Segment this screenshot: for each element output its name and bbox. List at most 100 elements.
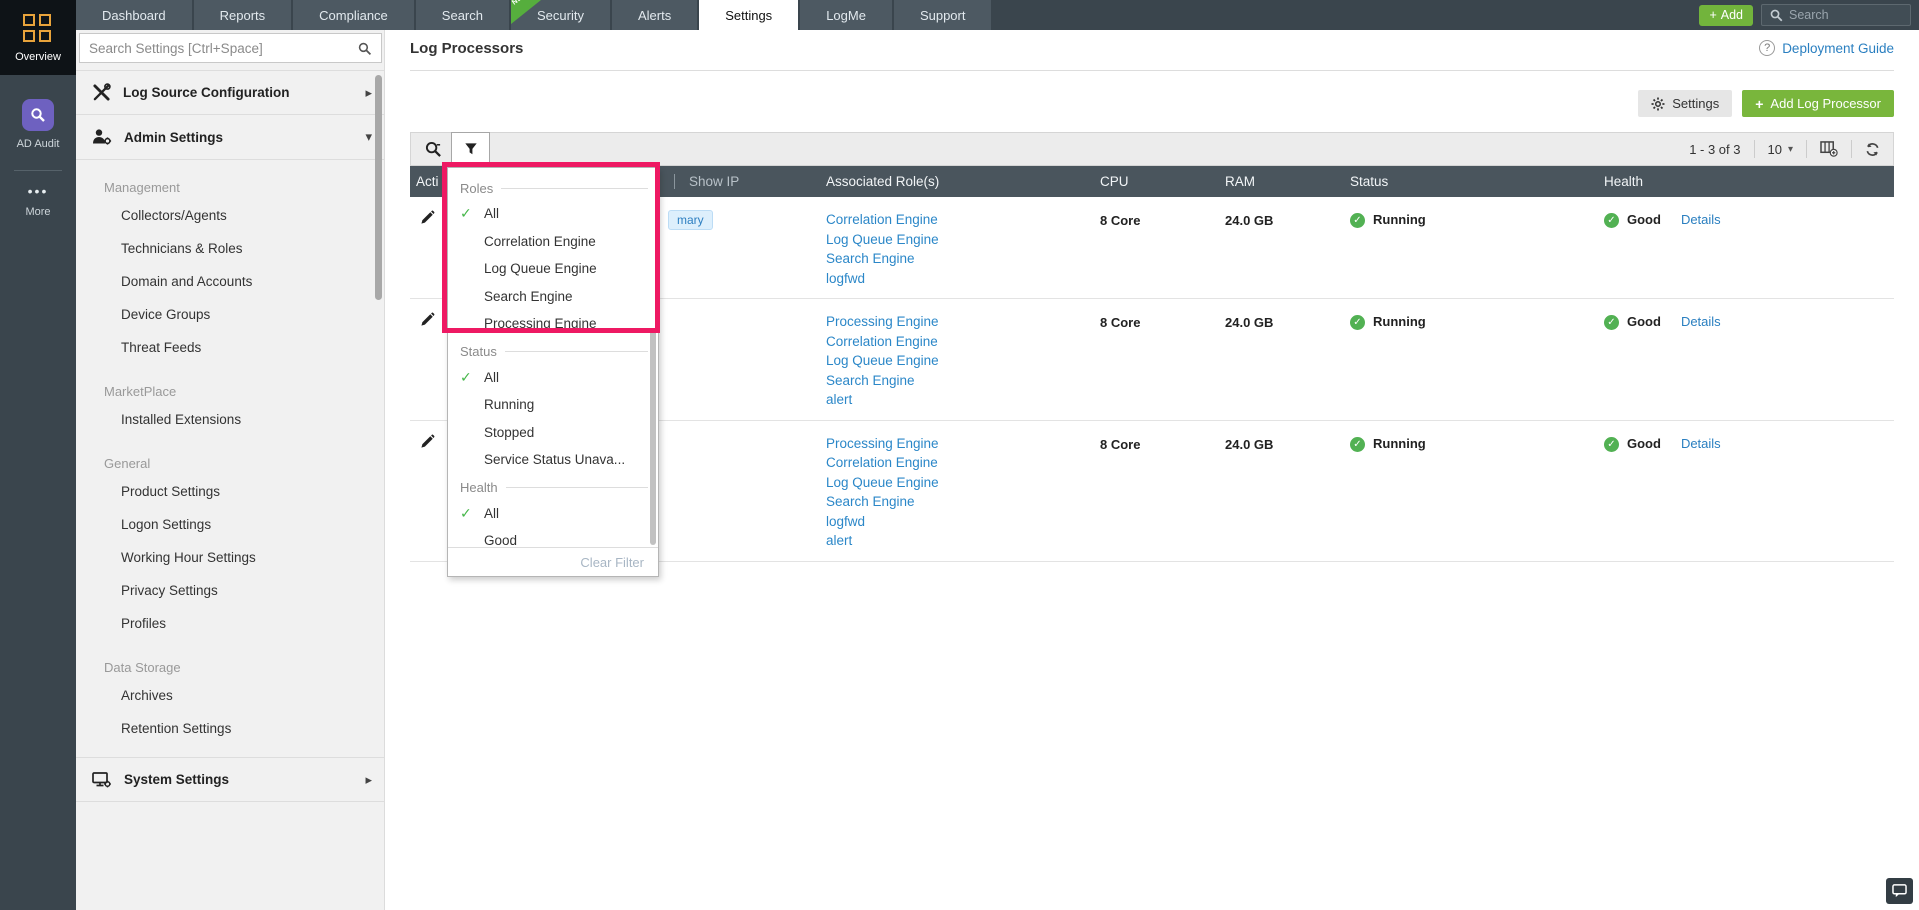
role-link[interactable]: Processing Engine bbox=[826, 434, 1090, 454]
role-link[interactable]: Log Queue Engine bbox=[826, 351, 1090, 371]
details-link[interactable]: Details bbox=[1681, 436, 1721, 451]
sidebar-item-retention-settings[interactable]: Retention Settings bbox=[76, 712, 384, 745]
sidebar-item-product-settings[interactable]: Product Settings bbox=[76, 475, 384, 508]
edit-pencil-icon[interactable] bbox=[416, 312, 435, 327]
role-link[interactable]: Search Engine bbox=[826, 492, 1090, 512]
nav-tab-alerts[interactable]: Alerts bbox=[611, 0, 698, 30]
health-check-icon: ✓ bbox=[1604, 213, 1619, 228]
role-link[interactable]: Search Engine bbox=[826, 249, 1090, 269]
sidebar-item-privacy-settings[interactable]: Privacy Settings bbox=[76, 574, 384, 607]
filter-option-status-service-status-unava-[interactable]: Service Status Unava... bbox=[460, 446, 648, 474]
table-toolbar: 1 - 3 of 3 10 ▾ bbox=[410, 132, 1894, 166]
sidebar-item-profiles[interactable]: Profiles bbox=[76, 607, 384, 640]
rail-item-more[interactable]: ••• More bbox=[0, 179, 76, 230]
nav-tab-dashboard[interactable]: Dashboard bbox=[76, 0, 192, 30]
role-link[interactable]: Log Queue Engine bbox=[826, 230, 1090, 250]
refresh-button[interactable] bbox=[1851, 140, 1893, 158]
sidebar-search-input[interactable] bbox=[79, 33, 382, 63]
filter-icon bbox=[464, 143, 477, 155]
sidebar-section-title: Management bbox=[104, 180, 180, 195]
role-link[interactable]: alert bbox=[826, 531, 1090, 551]
filter-option-status-all[interactable]: ✓ All bbox=[460, 364, 648, 392]
help-icon: ? bbox=[1759, 40, 1776, 56]
feedback-chat-button[interactable] bbox=[1886, 878, 1913, 904]
role-link[interactable]: Correlation Engine bbox=[826, 210, 1090, 230]
nav-tab-compliance[interactable]: Compliance bbox=[293, 0, 414, 30]
global-search-box[interactable] bbox=[1761, 4, 1911, 26]
filter-option-roles-log-queue-engine[interactable]: Log Queue Engine bbox=[460, 255, 648, 283]
sidebar-section-title: MarketPlace bbox=[104, 384, 177, 399]
filter-option-health-good[interactable]: Good bbox=[460, 527, 648, 549]
role-link[interactable]: Correlation Engine bbox=[826, 332, 1090, 352]
show-ip-column-header[interactable]: Show IP bbox=[660, 174, 816, 189]
status-column-header: Status bbox=[1350, 174, 1389, 189]
caret-down-icon: ▾ bbox=[1787, 143, 1793, 155]
health-check-icon: ✓ bbox=[1604, 315, 1619, 330]
rail-item-ad-audit[interactable]: AD Audit bbox=[0, 75, 76, 162]
add-button[interactable]: + Add bbox=[1699, 4, 1753, 26]
filter-option-roles-processing-engine[interactable]: Processing Engine bbox=[460, 310, 648, 338]
column-chooser-button[interactable] bbox=[1806, 140, 1851, 158]
sidebar-item-threat-feeds[interactable]: Threat Feeds bbox=[76, 331, 384, 364]
role-link[interactable]: Correlation Engine bbox=[826, 453, 1090, 473]
overview-grid-icon bbox=[23, 14, 53, 44]
filter-button[interactable] bbox=[451, 132, 490, 166]
sidebar-item-logon-settings[interactable]: Logon Settings bbox=[76, 508, 384, 541]
edit-pencil-icon[interactable] bbox=[416, 434, 435, 449]
filter-option-status-running[interactable]: Running bbox=[460, 391, 648, 419]
edit-pencil-icon[interactable] bbox=[416, 210, 435, 225]
clear-filter-button[interactable]: Clear Filter bbox=[580, 555, 644, 570]
table-search-icon[interactable] bbox=[425, 141, 442, 158]
role-link[interactable]: alert bbox=[826, 390, 1090, 410]
rail-item-overview[interactable]: Overview bbox=[0, 0, 76, 75]
details-link[interactable]: Details bbox=[1681, 212, 1721, 227]
page-title: Log Processors bbox=[410, 40, 524, 57]
sidebar-item-installed-extensions[interactable]: Installed Extensions bbox=[76, 403, 384, 436]
check-icon: ✓ bbox=[460, 368, 472, 385]
nav-tab-security[interactable]: Security NEW bbox=[511, 0, 610, 30]
sidebar-item-admin-settings[interactable]: Admin Settings ▾ bbox=[76, 115, 384, 160]
role-link[interactable]: Search Engine bbox=[826, 371, 1090, 391]
role-link[interactable]: Log Queue Engine bbox=[826, 473, 1090, 493]
chat-bubble-icon bbox=[1892, 884, 1907, 898]
primary-badge: mary bbox=[668, 210, 713, 230]
page-size-select[interactable]: 10 ▾ bbox=[1753, 140, 1807, 158]
nav-tab-support[interactable]: Support bbox=[893, 0, 992, 30]
filter-option-roles-search-engine[interactable]: Search Engine bbox=[460, 283, 648, 311]
filter-option-health-all[interactable]: ✓ All bbox=[460, 500, 648, 528]
plus-icon: + bbox=[1709, 8, 1717, 22]
ad-audit-search-icon bbox=[22, 99, 54, 131]
dropdown-scrollbar[interactable] bbox=[650, 330, 656, 545]
sidebar-item-log-source-configuration[interactable]: Log Source Configuration ▸ bbox=[76, 70, 384, 115]
status-check-icon: ✓ bbox=[1350, 436, 1365, 452]
sidebar-item-archives[interactable]: Archives bbox=[76, 679, 384, 712]
nav-tab-logme[interactable]: LogMe bbox=[800, 0, 892, 30]
settings-button[interactable]: Settings bbox=[1638, 90, 1733, 117]
sidebar-item-working-hour-settings[interactable]: Working Hour Settings bbox=[76, 541, 384, 574]
nav-tab-settings[interactable]: Settings bbox=[699, 0, 799, 30]
sidebar-search-icon[interactable] bbox=[358, 42, 372, 56]
sidebar-item-technicians-roles[interactable]: Technicians & Roles bbox=[76, 232, 384, 265]
status-text: Running bbox=[1373, 314, 1426, 329]
nav-tab-search[interactable]: Search bbox=[415, 0, 509, 30]
role-link[interactable]: Processing Engine bbox=[826, 312, 1090, 332]
filter-option-status-stopped[interactable]: Stopped bbox=[460, 419, 648, 447]
deployment-guide-link[interactable]: ? Deployment Guide bbox=[1759, 40, 1894, 56]
search-icon bbox=[1770, 9, 1783, 21]
sidebar-item-device-groups[interactable]: Device Groups bbox=[76, 298, 384, 331]
sidebar-item-domain-and-accounts[interactable]: Domain and Accounts bbox=[76, 265, 384, 298]
sidebar-scrollbar[interactable] bbox=[375, 75, 382, 300]
add-log-processor-button[interactable]: + Add Log Processor bbox=[1742, 90, 1894, 117]
columns-icon bbox=[1820, 141, 1838, 157]
role-link[interactable]: logfwd bbox=[826, 269, 1090, 289]
details-link[interactable]: Details bbox=[1681, 314, 1721, 329]
status-text: Running bbox=[1373, 212, 1426, 227]
sidebar-item-system-settings[interactable]: System Settings ▸ bbox=[76, 757, 384, 802]
title-divider bbox=[410, 70, 1894, 71]
global-search-input[interactable] bbox=[1789, 8, 1889, 22]
filter-option-roles-correlation-engine[interactable]: Correlation Engine bbox=[460, 228, 648, 256]
filter-option-roles-all[interactable]: ✓ All bbox=[460, 200, 648, 228]
nav-tab-reports[interactable]: Reports bbox=[193, 0, 292, 30]
sidebar-item-collectors-agents[interactable]: Collectors/Agents bbox=[76, 199, 384, 232]
role-link[interactable]: logfwd bbox=[826, 512, 1090, 532]
